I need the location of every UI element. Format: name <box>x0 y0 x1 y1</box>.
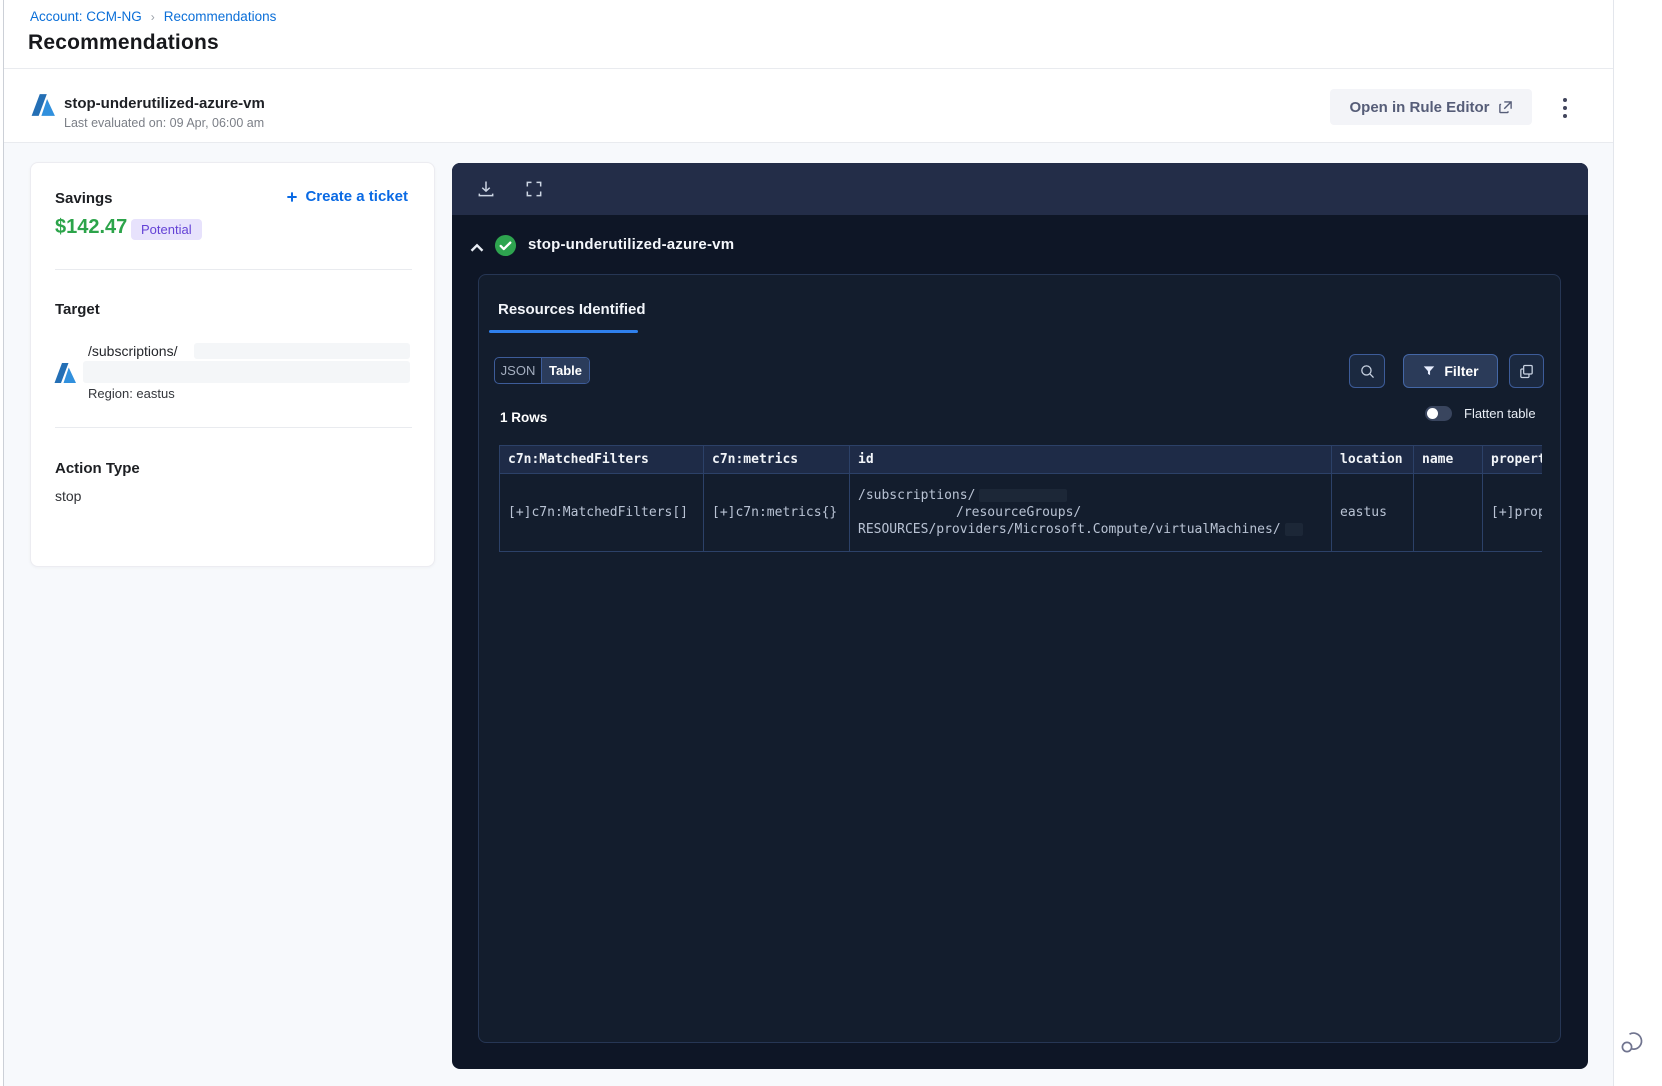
breadcrumb-recommendations-link[interactable]: Recommendations <box>164 9 277 24</box>
panel-rule-name: stop-underutilized-azure-vm <box>528 236 735 253</box>
cell-name[interactable] <box>1413 473 1483 552</box>
card-divider <box>55 427 412 428</box>
breadcrumb: Account: CCM-NG › Recommendations <box>30 9 276 24</box>
panel-toolbar <box>452 163 1588 215</box>
view-toggle-table[interactable]: Table <box>542 358 589 383</box>
column-header-location[interactable]: location <box>1331 445 1414 474</box>
chevron-up-icon[interactable] <box>466 237 488 259</box>
savings-label: Savings <box>55 190 113 207</box>
copy-icon <box>1520 364 1533 378</box>
azure-icon <box>54 363 76 383</box>
cell-matchedfilters[interactable]: [+]c7n:MatchedFilters[] <box>499 473 704 552</box>
rule-header-divider <box>4 142 1613 143</box>
rule-last-evaluated: Last evaluated on: 09 Apr, 06:00 am <box>64 116 265 130</box>
header-divider <box>4 68 1613 69</box>
breadcrumb-separator-icon: › <box>150 9 155 24</box>
redacted-text <box>979 489 1068 502</box>
search-icon <box>1360 364 1374 378</box>
right-rail-divider <box>1613 0 1614 1086</box>
filter-button[interactable]: Filter <box>1403 354 1498 388</box>
more-options-menu[interactable] <box>1557 92 1573 124</box>
column-header-metrics[interactable]: c7n:metrics <box>703 445 850 474</box>
redacted-subscription-id <box>194 343 410 359</box>
success-check-icon <box>494 234 517 257</box>
target-path: /subscriptions/ <box>88 343 178 359</box>
target-region: Region: eastus <box>88 386 175 401</box>
view-toggle-json[interactable]: JSON <box>495 358 542 383</box>
plus-icon <box>287 191 298 202</box>
azure-icon <box>31 94 55 116</box>
column-header-id[interactable]: id <box>849 445 1332 474</box>
results-panel: stop-underutilized-azure-vm Resources Id… <box>452 163 1588 1069</box>
download-icon[interactable] <box>476 179 496 199</box>
filter-label: Filter <box>1444 363 1479 379</box>
external-link-icon <box>1498 100 1512 113</box>
redacted-subscription-id <box>83 361 410 383</box>
fullscreen-icon[interactable] <box>524 179 544 199</box>
recommendations-page: Account: CCM-NG › Recommendations Recomm… <box>0 0 1662 1086</box>
search-button[interactable] <box>1349 354 1385 388</box>
open-in-rule-editor-button[interactable]: Open in Rule Editor <box>1330 89 1532 125</box>
redacted-text <box>1284 523 1303 536</box>
column-header-name[interactable]: name <box>1413 445 1483 474</box>
table-row: [+]c7n:MatchedFilters[] [+]c7n:metrics{}… <box>499 473 1542 552</box>
create-ticket-label: Create a ticket <box>305 188 408 205</box>
flatten-table-toggle[interactable] <box>1425 406 1452 421</box>
tab-resources-identified[interactable]: Resources Identified <box>498 301 646 318</box>
create-ticket-button[interactable]: Create a ticket <box>285 188 408 205</box>
page-title: Recommendations <box>28 31 219 54</box>
view-toggle: JSON Table <box>494 357 590 384</box>
action-type-label: Action Type <box>55 460 140 477</box>
action-type-value: stop <box>55 488 82 504</box>
rows-count: 1 Rows <box>500 410 548 425</box>
column-header-properties[interactable]: properties <box>1482 445 1542 474</box>
breadcrumb-account-link[interactable]: Account: CCM-NG <box>30 9 142 24</box>
column-header-matchedfilters[interactable]: c7n:MatchedFilters <box>499 445 704 474</box>
id-line-2: /resourceGroups/ <box>956 505 1082 520</box>
resources-identified-card: Resources Identified JSON Table Filter 1… <box>478 274 1561 1043</box>
open-in-rule-editor-label: Open in Rule Editor <box>1349 98 1490 116</box>
tab-active-underline <box>489 330 638 333</box>
cell-properties[interactable]: [+]properties{} <box>1482 473 1542 552</box>
target-label: Target <box>55 301 100 318</box>
savings-card: Savings Create a ticket $142.47 Potentia… <box>30 162 435 567</box>
rule-name: stop-underutilized-azure-vm <box>64 95 265 112</box>
cell-location[interactable]: eastus <box>1331 473 1414 552</box>
support-chat-icon[interactable] <box>1618 1028 1646 1056</box>
table-header-row: c7n:MatchedFilters c7n:metrics id locati… <box>499 445 1542 474</box>
resources-table: c7n:MatchedFilters c7n:metrics id locati… <box>499 445 1542 552</box>
flatten-table-label: Flatten table <box>1464 406 1536 421</box>
id-line-3: RESOURCES/providers/Microsoft.Compute/vi… <box>858 522 1281 537</box>
savings-amount: $142.47 <box>55 216 128 238</box>
potential-badge: Potential <box>131 219 202 240</box>
copy-button[interactable] <box>1509 354 1544 388</box>
left-border <box>3 0 4 1086</box>
filter-funnel-icon <box>1424 366 1435 376</box>
cell-id[interactable]: /subscriptions/ /resourceGroups/ RESOURC… <box>849 473 1332 552</box>
id-line-1: /subscriptions/ <box>858 488 976 503</box>
resources-table-viewport[interactable]: c7n:MatchedFilters c7n:metrics id locati… <box>499 445 1542 555</box>
card-divider <box>55 269 412 270</box>
cell-metrics[interactable]: [+]c7n:metrics{} <box>703 473 850 552</box>
